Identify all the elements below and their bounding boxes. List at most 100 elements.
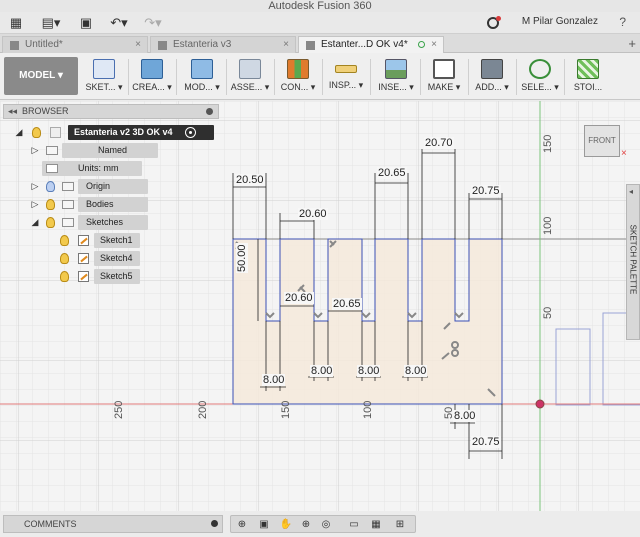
browser-item-sketch4[interactable]: Sketch4 — [56, 251, 142, 266]
sketch-menu-label: SKET... ▾ — [85, 82, 123, 92]
origin-point[interactable] — [535, 399, 545, 409]
sketch-menu[interactable]: SKET... ▾ — [82, 57, 126, 97]
browser-root[interactable]: ◢ Estanteria v2 3D OK v4 — [14, 125, 214, 140]
pan-icon[interactable]: ✋ — [277, 518, 295, 531]
add-comment-icon[interactable] — [211, 520, 218, 527]
collapse-triangle-icon[interactable]: ◢ — [14, 125, 24, 140]
expand-triangle-icon[interactable]: ▷ — [30, 179, 40, 194]
dimension-label[interactable]: 8.00 — [357, 365, 381, 377]
browser-item-units[interactable]: Units: mm — [30, 161, 142, 176]
browser-item-origin[interactable]: ▷ Origin — [30, 179, 148, 194]
collapse-icon[interactable]: ◂◂ — [8, 105, 17, 118]
stop-sketch-button[interactable]: STOI... — [566, 57, 610, 97]
tab-estanteria-v3[interactable]: Estanteria v3 × — [150, 36, 296, 53]
grid-scale-label: 100 — [542, 216, 554, 235]
pin-icon[interactable] — [206, 108, 213, 115]
dimension-label[interactable]: 20.60 — [284, 292, 314, 304]
inspect-menu[interactable]: INSP... ▾ — [324, 57, 368, 97]
sketch5-label[interactable]: Sketch5 — [94, 269, 140, 284]
data-panel-grid-icon[interactable]: ▦ — [8, 15, 24, 31]
display-settings-icon[interactable]: ▭ — [345, 518, 363, 531]
fit-icon[interactable]: ◎ — [317, 518, 335, 531]
file-menu-icon[interactable]: ▤▾ — [40, 15, 62, 31]
folder-icon — [46, 146, 58, 155]
redo-icon[interactable]: ↷▾ — [142, 15, 164, 31]
user-name[interactable]: M Pilar Gonzalez — [522, 16, 598, 27]
document-icon — [10, 41, 19, 50]
browser-item-sketch1[interactable]: Sketch1 — [56, 233, 142, 248]
browser-item-bodies[interactable]: ▷ Bodies — [30, 197, 148, 212]
grid-scale-label: 50 — [542, 306, 554, 319]
sketch-icon — [93, 59, 115, 79]
bodies-label[interactable]: Bodies — [78, 197, 148, 212]
visibility-bulb-icon[interactable] — [60, 235, 69, 246]
visibility-bulb-icon[interactable] — [46, 181, 55, 192]
modify-icon — [191, 59, 213, 79]
expand-triangle-icon[interactable]: ▷ — [30, 197, 40, 212]
workspace-switcher[interactable]: MODEL ▾ — [4, 57, 78, 95]
dimension-label[interactable]: 20.50 — [235, 174, 265, 186]
dimension-label[interactable]: 20.60 — [298, 208, 328, 220]
close-icon[interactable]: × — [283, 37, 289, 53]
dimension-label[interactable]: 8.00 — [404, 365, 428, 377]
grid-scale-label: 150 — [280, 400, 292, 419]
dimension-label[interactable]: 8.00 — [453, 410, 477, 422]
zoom-icon[interactable]: ⊕ — [297, 518, 315, 531]
insert-menu[interactable]: INSE... ▾ — [374, 57, 418, 97]
sketch4-label[interactable]: Sketch4 — [94, 251, 140, 266]
named-views-label[interactable]: Named Views — [62, 143, 158, 170]
expand-triangle-icon[interactable]: ▷ — [30, 143, 40, 158]
create-menu[interactable]: CREA... ▾ — [130, 57, 174, 97]
look-at-icon[interactable]: ▣ — [255, 518, 273, 531]
browser-item-named-views[interactable]: ▷ Named Views — [30, 143, 158, 170]
orbit-icon[interactable]: ⊕ — [233, 518, 251, 531]
dimension-label[interactable]: 20.75 — [471, 185, 501, 197]
dimension-label[interactable]: 20.65 — [332, 298, 362, 310]
construct-icon — [287, 59, 309, 79]
visibility-bulb-icon[interactable] — [60, 271, 69, 282]
assemble-menu[interactable]: ASSE... ▾ — [228, 57, 272, 97]
help-icon[interactable]: ? — [619, 15, 626, 29]
new-tab-icon[interactable]: + — [628, 36, 636, 51]
visibility-bulb-icon[interactable] — [46, 217, 55, 228]
tab-untitled[interactable]: Untitled* × — [2, 36, 148, 53]
browser-item-sketch5[interactable]: Sketch5 — [56, 269, 142, 284]
dimension-label[interactable]: 20.75 — [471, 436, 501, 448]
viewcube[interactable]: FRONT — [584, 125, 620, 157]
expand-icon[interactable]: ◂ — [629, 187, 633, 196]
quick-access-toolbar: ▦ ▤▾ ▣ ↶▾ ↷▾ M Pilar Gonzalez ? — [0, 12, 640, 34]
activate-radio-icon[interactable] — [185, 127, 196, 138]
sketch-palette[interactable]: ◂ SKETCH PALETTE — [626, 184, 640, 340]
make-menu[interactable]: MAKE ▾ — [422, 57, 466, 97]
construct-menu[interactable]: CON... ▾ — [276, 57, 320, 97]
close-icon[interactable]: × — [431, 37, 437, 53]
comments-panel[interactable]: COMMENTS — [3, 515, 223, 533]
dimension-label[interactable]: 8.00 — [262, 374, 286, 386]
visibility-bulb-icon[interactable] — [46, 199, 55, 210]
browser-item-sketches[interactable]: ◢ Sketches — [30, 215, 148, 230]
visibility-bulb-icon[interactable] — [32, 127, 41, 138]
dimension-label[interactable]: 20.70 — [424, 137, 454, 149]
dimension-label[interactable]: 50.00 — [236, 243, 248, 273]
sketches-label[interactable]: Sketches — [78, 215, 148, 230]
select-menu[interactable]: SELE... ▾ — [518, 57, 562, 97]
undo-icon[interactable]: ↶▾ — [108, 15, 130, 31]
grid-settings-icon[interactable]: ▦ — [367, 518, 385, 531]
tab-estanteria-active[interactable]: Estanter...D OK v4* × — [298, 36, 444, 53]
save-icon[interactable]: ▣ — [78, 15, 94, 31]
job-status-icon[interactable] — [487, 16, 501, 29]
document-icon — [158, 41, 167, 50]
origin-label[interactable]: Origin — [78, 179, 148, 194]
sketch1-label[interactable]: Sketch1 — [94, 233, 140, 248]
addins-menu[interactable]: ADD... ▾ — [470, 57, 514, 97]
visibility-bulb-icon[interactable] — [60, 253, 69, 264]
close-icon[interactable]: × — [135, 37, 141, 53]
viewports-icon[interactable]: ⊞ — [391, 518, 409, 531]
modify-menu[interactable]: MOD... ▾ — [180, 57, 224, 97]
folder-icon — [62, 200, 74, 209]
dimension-label[interactable]: 20.65 — [377, 167, 407, 179]
sketch1-text: Sketch1 — [100, 235, 133, 245]
dimension-label[interactable]: 8.00 — [310, 365, 334, 377]
browser-panel-header[interactable]: ◂◂ BROWSER — [3, 104, 219, 119]
collapse-triangle-icon[interactable]: ◢ — [30, 215, 40, 230]
